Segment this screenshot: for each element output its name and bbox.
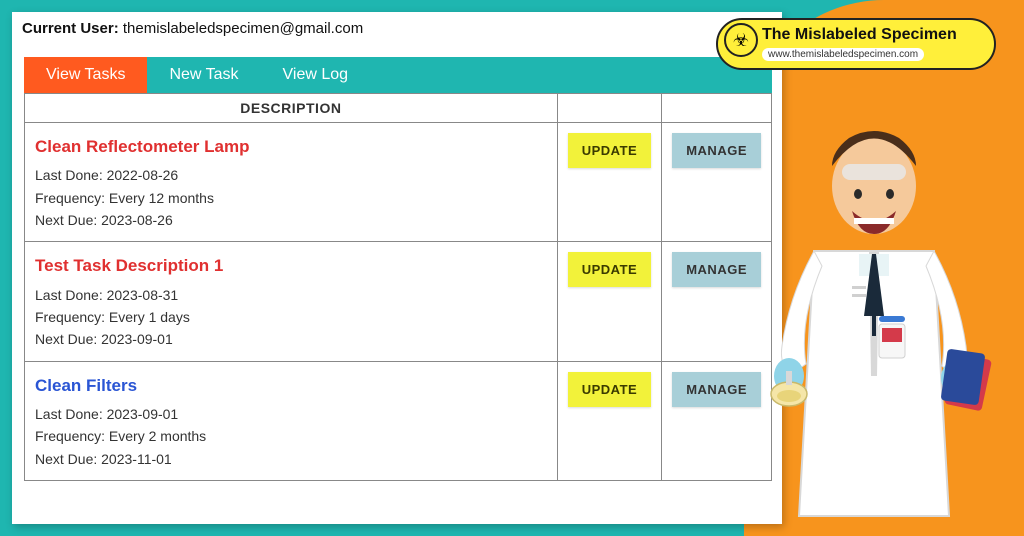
table-row: Clean Reflectometer Lamp Last Done: 2022… <box>25 123 772 242</box>
table-row: Clean Filters Last Done: 2023-09-01 Freq… <box>25 361 772 480</box>
current-user-label: Current User: <box>22 20 119 37</box>
scientist-illustration <box>744 116 1004 536</box>
app-window: Current User: themislabeledspecimen@gmai… <box>12 12 782 524</box>
task-last-done: Last Done: 2022-08-26 <box>35 164 547 186</box>
task-title[interactable]: Clean Reflectometer Lamp <box>35 133 547 160</box>
task-frequency: Frequency: Every 12 months <box>35 187 547 209</box>
brand-title: The Mislabeled Specimen <box>762 26 980 44</box>
table-row: Test Task Description 1 Last Done: 2023-… <box>25 242 772 361</box>
task-next-due: Next Due: 2023-09-01 <box>35 328 547 350</box>
column-header-update <box>557 94 661 123</box>
brand-logo-pill[interactable]: ☣ The Mislabeled Specimen www.themislabe… <box>716 18 996 70</box>
task-last-done: Last Done: 2023-09-01 <box>35 403 547 425</box>
task-next-due: Next Due: 2023-08-26 <box>35 209 547 231</box>
update-button[interactable]: UPDATE <box>568 252 651 287</box>
tab-view-tasks[interactable]: View Tasks <box>24 57 147 93</box>
task-description-cell: Clean Filters Last Done: 2023-09-01 Freq… <box>25 361 558 480</box>
current-user-email: themislabeledspecimen@gmail.com <box>123 20 363 37</box>
tab-view-log[interactable]: View Log <box>261 57 371 93</box>
tab-bar: View Tasks New Task View Log <box>24 57 772 93</box>
task-next-due: Next Due: 2023-11-01 <box>35 448 547 470</box>
biohazard-icon: ☣ <box>724 23 758 57</box>
update-button[interactable]: UPDATE <box>568 372 651 407</box>
task-title[interactable]: Test Task Description 1 <box>35 252 547 279</box>
brand-url: www.themislabeledspecimen.com <box>762 48 924 61</box>
task-description-cell: Clean Reflectometer Lamp Last Done: 2022… <box>25 123 558 242</box>
task-frequency: Frequency: Every 1 days <box>35 306 547 328</box>
task-description-cell: Test Task Description 1 Last Done: 2023-… <box>25 242 558 361</box>
task-table: DESCRIPTION Clean Reflectometer Lamp Las… <box>24 93 772 481</box>
task-last-done: Last Done: 2023-08-31 <box>35 284 547 306</box>
column-header-description: DESCRIPTION <box>25 94 558 123</box>
task-frequency: Frequency: Every 2 months <box>35 425 547 447</box>
update-button[interactable]: UPDATE <box>568 133 651 168</box>
current-user-display: Current User: themislabeledspecimen@gmai… <box>12 12 782 43</box>
tab-new-task[interactable]: New Task <box>147 57 260 93</box>
task-title[interactable]: Clean Filters <box>35 372 547 399</box>
